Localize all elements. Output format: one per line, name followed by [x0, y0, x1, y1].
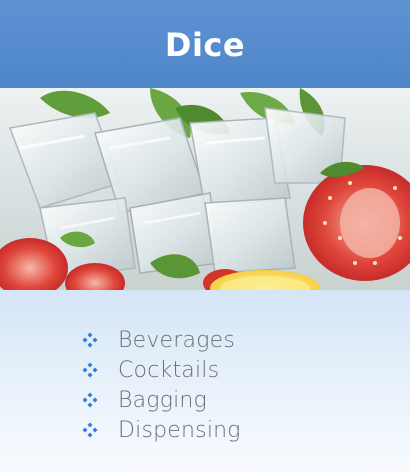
diamond-bullet-icon	[82, 362, 98, 378]
product-card: Dice Beverages Cocktails Bagging Dispens…	[0, 0, 410, 472]
feature-list: Beverages Cocktails Bagging Dispensing	[82, 325, 241, 445]
feature-label: Bagging	[118, 387, 207, 413]
list-item: Bagging	[82, 385, 241, 415]
diamond-bullet-icon	[82, 332, 98, 348]
features-panel: Beverages Cocktails Bagging Dispensing	[0, 290, 410, 472]
feature-label: Cocktails	[118, 357, 220, 383]
diamond-bullet-icon	[82, 392, 98, 408]
diamond-bullet-icon	[82, 422, 98, 438]
list-item: Cocktails	[82, 355, 241, 385]
card-header: Dice	[0, 0, 410, 88]
card-title: Dice	[164, 26, 246, 64]
feature-label: Dispensing	[118, 417, 241, 443]
product-photo	[0, 88, 410, 290]
feature-label: Beverages	[118, 327, 236, 353]
list-item: Beverages	[82, 325, 241, 355]
ice-photo-illustration	[0, 88, 410, 290]
list-item: Dispensing	[82, 415, 241, 445]
